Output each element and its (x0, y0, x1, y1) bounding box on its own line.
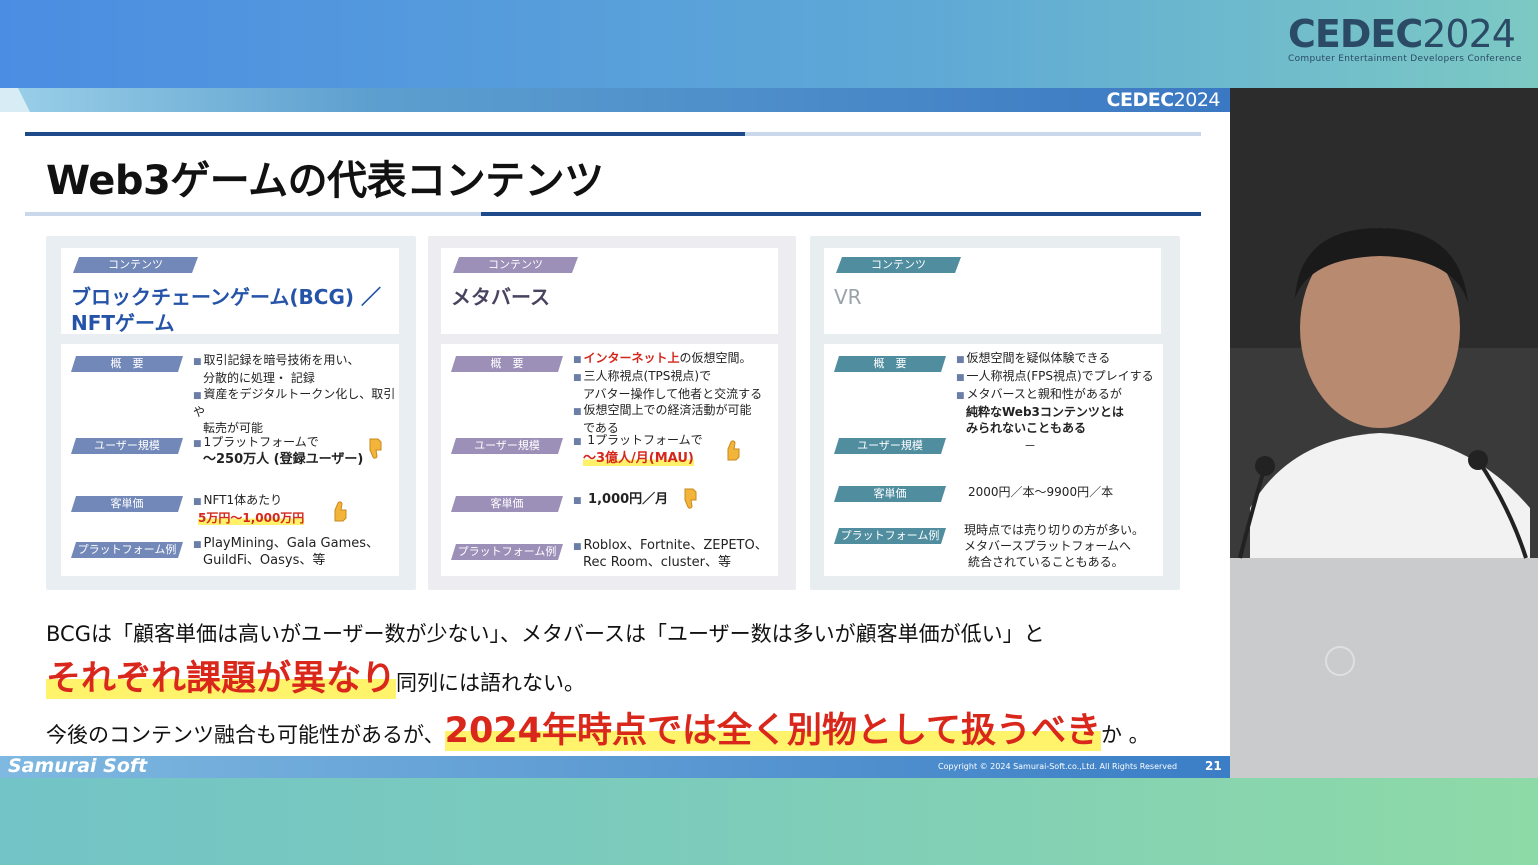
summary-line-2: それぞれ課題が異なり同列には語れない。 (46, 659, 586, 699)
speaker-image (1230, 88, 1538, 778)
platform-text: ■ Roblox、Fortnite、ZEPETO、 Rec Room、cluste… (573, 538, 768, 570)
arpu-text: ■ NFT1体あたり 5万円～1,000万円 (193, 493, 305, 525)
content-card-bcg: コンテンツ ブロックチェーンゲーム(BCG) ／ NFTゲーム 概 要 ■ 取引記… (46, 236, 416, 590)
thumbs-up-icon (727, 440, 740, 461)
arpu-text: ■ 1,000円／月 (573, 492, 669, 507)
card-header: コンテンツ メタバース (441, 248, 778, 334)
user-scale-label: ユーザー規模 (451, 438, 563, 454)
thumbs-up-icon (334, 501, 347, 522)
presentation-slide: CEDEC2024 Web3ゲームの代表コンテンツ コンテンツ ブロックチェーン… (0, 88, 1230, 778)
title-rule-top (25, 132, 1201, 136)
overview-text: ■ インターネット上の仮想空間。 ■ 三人称視点(TPS視点)で アバター操作して他… (573, 351, 763, 435)
user-scale-label: ユーザー規模 (71, 438, 183, 454)
platform-label: プラットフォーム例 (834, 528, 946, 544)
arpu-label: 客単価 (451, 496, 563, 512)
summary-emphasis-2: 2024年時点では全く別物として扱うべき (444, 711, 1101, 751)
card-body: 概 要 ■ 仮想空間を疑似体験できる ■ 一人称視点(FPS視点)でプレイする ■ メ… (824, 344, 1163, 576)
card-heading: ブロックチェーンゲーム(BCG) ／ NFTゲーム (71, 285, 381, 335)
content-tag: コンテンツ (73, 257, 198, 273)
page-number: 21 (1205, 759, 1222, 773)
summary-line-3: 今後のコンテンツ融合も可能性があるが、2024年時点では全く別物として扱うべきか… (46, 711, 1150, 751)
slide-title: Web3ゲームの代表コンテンツ (46, 158, 604, 204)
overview-text: ■ 取引記録を暗号技術を用い、 分散的に処理・ 記録 ■ 資産をデジタルトークン化し… (193, 353, 396, 435)
summary-emphasis-1: それぞれ課題が異なり (46, 659, 397, 699)
arpu-label: 客単価 (71, 496, 183, 512)
card-body: 概 要 ■ インターネット上の仮想空間。 ■ 三人称視点(TPS視点)で アバター操… (441, 344, 778, 576)
card-header: コンテンツ ブロックチェーンゲーム(BCG) ／ NFTゲーム (61, 248, 399, 335)
speaker-video (1230, 88, 1538, 778)
cedec-event-logo: CEDEC2024 Computer Entertainment Develop… (1288, 12, 1522, 64)
platform-label: プラットフォーム例 (71, 542, 183, 558)
slide-footer: Samurai Soft Copyright © 2024 Samurai-So… (0, 755, 1230, 778)
summary-line-1: BCGは「顧客単価は高いがユーザー数が少ない」、メタバースは「ユーザー数は多いが… (46, 622, 1045, 646)
overview-text: ■ 仮想空間を疑似体験できる ■ 一人称視点(FPS視点)でプレイする ■ メタバース… (956, 351, 1154, 435)
thumbs-down-icon (369, 438, 382, 459)
overview-label: 概 要 (451, 356, 563, 372)
card-header: コンテンツ VR (824, 248, 1161, 334)
footer-copyright: Copyright © 2024 Samurai-Soft.co.,Ltd. A… (938, 762, 1178, 771)
footer-brand: Samurai Soft (8, 755, 148, 777)
slide-cedec-logo: CEDEC2024 (1106, 89, 1221, 111)
user-scale-text: ■ 1プラットフォームで ～3億人/月(MAU) (573, 433, 703, 466)
content-card-vr: コンテンツ VR 概 要 ■ 仮想空間を疑似体験できる ■ 一人称視点(FPS視点)… (810, 236, 1180, 590)
user-scale-label: ユーザー規模 (834, 438, 946, 454)
card-heading: VR (834, 285, 862, 309)
content-card-metaverse: コンテンツ メタバース 概 要 ■ インターネット上の仮想空間。 ■ 三人称視点(T… (428, 236, 796, 590)
thumbs-down-icon (684, 488, 697, 509)
content-tag: コンテンツ (453, 257, 578, 273)
arpu-text: 2000円／本～9900円／本 (968, 485, 1114, 499)
user-scale-text: － (1024, 439, 1037, 453)
platform-label: プラットフォーム例 (451, 544, 563, 560)
content-tag: コンテンツ (836, 257, 961, 273)
card-body: 概 要 ■ 取引記録を暗号技術を用い、 分散的に処理・ 記録 ■ 資産をデジタルトー… (61, 344, 399, 576)
platform-text: 現時点では売り切りの方が多い。 メタバースプラットフォームへ 統合されていること… (964, 523, 1145, 569)
platform-text: ■ PlayMining、Gala Games、 GuildFi、Oasys、等 (193, 536, 380, 568)
slide-top-bar: CEDEC2024 (0, 88, 1230, 112)
bottom-band (0, 778, 1538, 865)
overview-label: 概 要 (71, 356, 183, 372)
arpu-label: 客単価 (834, 486, 946, 502)
overview-label: 概 要 (834, 356, 946, 372)
title-rule-bottom (25, 212, 1201, 216)
card-heading: メタバース (451, 285, 550, 309)
